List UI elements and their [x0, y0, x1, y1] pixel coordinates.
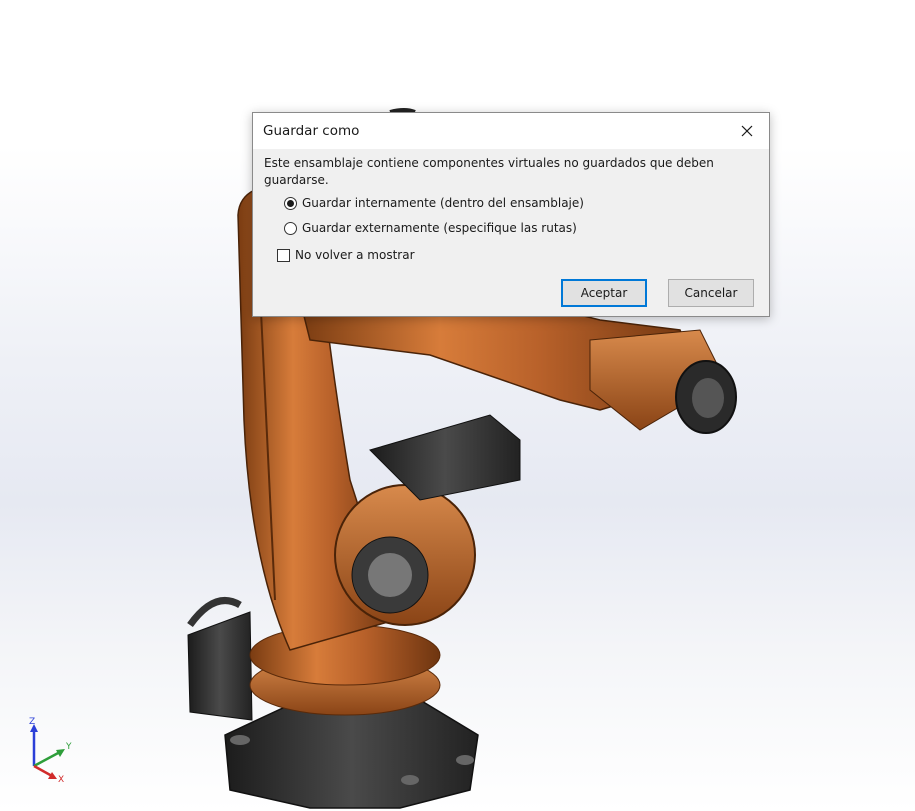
dont-show-again-label: No volver a mostrar: [295, 248, 415, 262]
robot-counterweight: [187, 611, 253, 721]
option-save-internally[interactable]: Guardar internamente (dentro del ensambl…: [284, 196, 584, 210]
dont-show-again[interactable]: No volver a mostrar: [277, 248, 415, 262]
option-save-externally-label: Guardar externamente (especifique las ru…: [302, 221, 577, 235]
close-button[interactable]: [725, 113, 769, 149]
robot-base: [224, 699, 479, 809]
dont-show-again-checkbox[interactable]: [277, 248, 290, 262]
cancel-button[interactable]: Cancelar: [668, 279, 754, 307]
dialog-title: Guardar como: [263, 123, 360, 139]
ok-button[interactable]: Aceptar: [561, 279, 647, 307]
radio-button[interactable]: [284, 221, 297, 235]
save-as-dialog: Guardar como Este ensamblaje contiene co…: [252, 112, 770, 317]
option-save-internally-label: Guardar internamente (dentro del ensambl…: [302, 196, 584, 210]
option-save-externally[interactable]: Guardar externamente (especifique las ru…: [284, 221, 577, 235]
radio-button-selected[interactable]: [284, 196, 297, 210]
triad-x-label: X: [58, 775, 64, 785]
dialog-message: Este ensamblaje contiene componentes vir…: [264, 156, 714, 187]
triad-z-label: Z: [29, 717, 35, 727]
triad-y-label: Y: [65, 742, 72, 752]
orientation-triad: Z Y X: [29, 717, 72, 785]
dialog-titlebar[interactable]: Guardar como: [253, 113, 769, 149]
close-icon: [741, 125, 753, 137]
